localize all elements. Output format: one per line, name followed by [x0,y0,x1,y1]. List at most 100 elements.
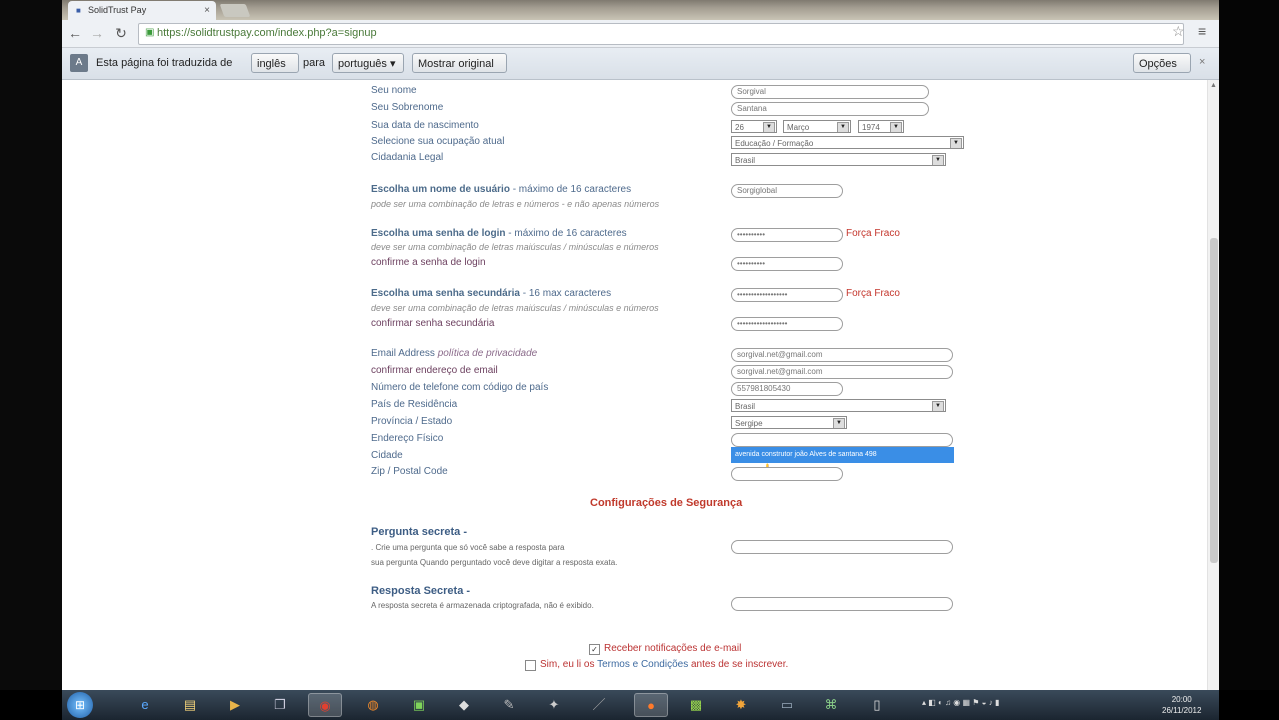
app-icon[interactable]: ◆ [447,693,481,717]
country-value: Brasil [735,402,756,411]
chevron-down-icon: ▼ [837,122,849,132]
tab-title: SolidTrust Pay [88,5,147,15]
new-tab-button[interactable] [219,4,251,17]
file-explorer-icon[interactable]: ▤ [173,693,207,717]
dob-year-select[interactable]: 1974 ▼ [858,120,904,133]
taskbar-clock[interactable]: 20:00 26/11/2012 [1162,694,1201,716]
terms-prefix: Sim, eu li os [540,659,598,670]
zip-input[interactable] [731,467,843,481]
chrome-icon[interactable]: ◉ [308,693,342,717]
address-autocomplete-suggestion[interactable]: avenida construtor joão Alves de santana… [731,447,954,463]
email-label-text: Email Address [371,348,435,359]
translate-icon: A [70,54,88,72]
network-app-icon[interactable]: ⌘ [814,693,848,717]
privacy-policy-link[interactable]: política de privacidade [438,348,538,359]
url-text: https://solidtrustpay.com/index.php?a=si… [157,27,377,39]
monitor-bezel-left [0,0,62,690]
dob-day-value: 26 [735,123,744,132]
tab-strip: ■ SolidTrust Pay × [62,0,1219,20]
chevron-down-icon: ▼ [932,401,944,411]
tool-icon[interactable]: ✎ [492,693,526,717]
game-icon[interactable]: ✸ [724,693,758,717]
options-label: Opções [1139,58,1177,70]
terms-suffix: antes de se inscrever. [688,659,789,670]
occupation-label: Selecione sua ocupação atual [371,136,505,147]
confirm-email-label: confirmar endereço de email [371,365,498,376]
source-language-label: inglês [257,58,286,70]
province-select[interactable]: Sergipe ▼ [731,416,847,429]
recording-app-icon[interactable]: ● [634,693,668,717]
confirm-login-password-input[interactable]: •••••••••• [731,257,843,271]
dreamweaver-icon[interactable]: ▣ [402,693,436,717]
dob-month-value: Março [787,123,810,132]
first-name-input[interactable]: Sorgival [731,85,929,99]
windows-taskbar: ⊞ e ▤ ▶ ❐ ◉ ◍ ▣ ◆ ✎ ✦ ／ ● ▩ ✸ ▭ ⌘ ▯ ▴ ◧ … [62,690,1219,720]
scrollbar-thumb[interactable] [1210,238,1218,563]
documents-icon[interactable]: ❐ [263,693,297,717]
target-language-select[interactable]: português ▾ [332,53,404,73]
translate-close-button[interactable]: × [1199,56,1205,68]
secret-question-help-1: . Crie uma pergunta que só você sabe a r… [371,543,565,552]
page-scrollbar[interactable]: ▲ [1207,80,1219,690]
login-password-label-rest: - máximo de 16 caracteres [505,228,627,239]
province-label: Província / Estado [371,416,453,427]
dob-month-select[interactable]: Março ▼ [783,120,851,133]
terms-link[interactable]: Termos e Condições [597,659,688,670]
system-tray[interactable]: ▴ ◧ ◐ ♫ ◉ ▦ ⚑ ◒ ♪ ▮ [922,698,999,707]
chevron-down-icon: ▼ [763,122,775,132]
phone-input[interactable]: 557981805430 [731,382,843,396]
monitor-bezel-right [1219,0,1279,690]
address-input[interactable] [731,433,953,447]
internet-explorer-icon[interactable]: e [128,693,162,717]
terminal-icon[interactable]: ▯ [860,693,894,717]
secret-answer-input[interactable] [731,597,953,611]
confirm-secondary-password-input[interactable]: •••••••••••••••••• [731,317,843,331]
scroll-up-icon[interactable]: ▲ [1210,82,1217,89]
login-password-hint: deve ser uma combinação de letras maiúsc… [371,242,659,252]
monitor-icon[interactable]: ▭ [770,693,804,717]
login-password-input[interactable]: •••••••••• [731,228,843,242]
show-original-button[interactable]: Mostrar original [412,53,507,73]
dob-year-value: 1974 [862,123,880,132]
bookmark-star-icon[interactable]: ☆ [1172,23,1185,40]
media-player-icon[interactable]: ▶ [218,693,252,717]
pen-icon[interactable]: ／ [582,693,616,717]
zip-label: Zip / Postal Code [371,466,448,477]
last-name-input[interactable]: Santana [731,102,929,116]
editor-icon[interactable]: ▩ [679,693,713,717]
back-icon[interactable]: ← [66,23,84,43]
username-input[interactable]: Sorgiglobal [731,184,843,198]
clock-time: 20:00 [1171,695,1192,704]
secondary-password-input[interactable]: •••••••••••••••••• [731,288,843,302]
chevron-down-icon: ▼ [833,418,845,428]
citizenship-select[interactable]: Brasil ▼ [731,153,946,166]
country-select[interactable]: Brasil ▼ [731,399,946,412]
terms-checkbox[interactable] [525,660,536,671]
target-language-label: português [338,58,387,70]
firefox-icon[interactable]: ◍ [356,693,390,717]
menu-icon[interactable]: ≡ [1198,23,1206,39]
browser-tab[interactable]: ■ SolidTrust Pay × [68,1,216,20]
source-language-select[interactable]: inglês ▾ [251,53,299,90]
chevron-down-icon: ▼ [932,155,944,165]
paint-icon[interactable]: ✦ [537,693,571,717]
province-value: Sergipe [735,419,763,428]
login-password-label: Escolha uma senha de login - máximo de 1… [371,228,627,239]
email-input[interactable]: sorgival.net@gmail.com [731,348,953,362]
occupation-select[interactable]: Educação / Formação ▼ [731,136,964,149]
signup-page: Seu nome Sorgival Seu Sobrenome Santana … [62,80,1207,690]
confirm-secondary-password-label: confirmar senha secundária [371,318,495,329]
start-button[interactable]: ⊞ [67,692,93,718]
security-settings-title: Configurações de Segurança [590,497,743,509]
address-bar[interactable]: ▣ https://solidtrustpay.com/index.php?a=… [138,23,1184,45]
secret-question-input[interactable] [731,540,953,554]
reload-icon[interactable]: ↻ [112,23,130,43]
forward-icon[interactable]: → [88,23,106,43]
last-name-label: Seu Sobrenome [371,102,444,113]
email-notify-checkbox[interactable]: ✓ [589,644,600,655]
confirm-email-input[interactable]: sorgival.net@gmail.com [731,365,953,379]
dob-day-select[interactable]: 26 ▼ [731,120,777,133]
login-password-label-bold: Escolha uma senha de login [371,228,506,239]
tab-close-button[interactable]: × [204,1,210,20]
options-button[interactable]: Opções ▾ [1133,53,1191,90]
